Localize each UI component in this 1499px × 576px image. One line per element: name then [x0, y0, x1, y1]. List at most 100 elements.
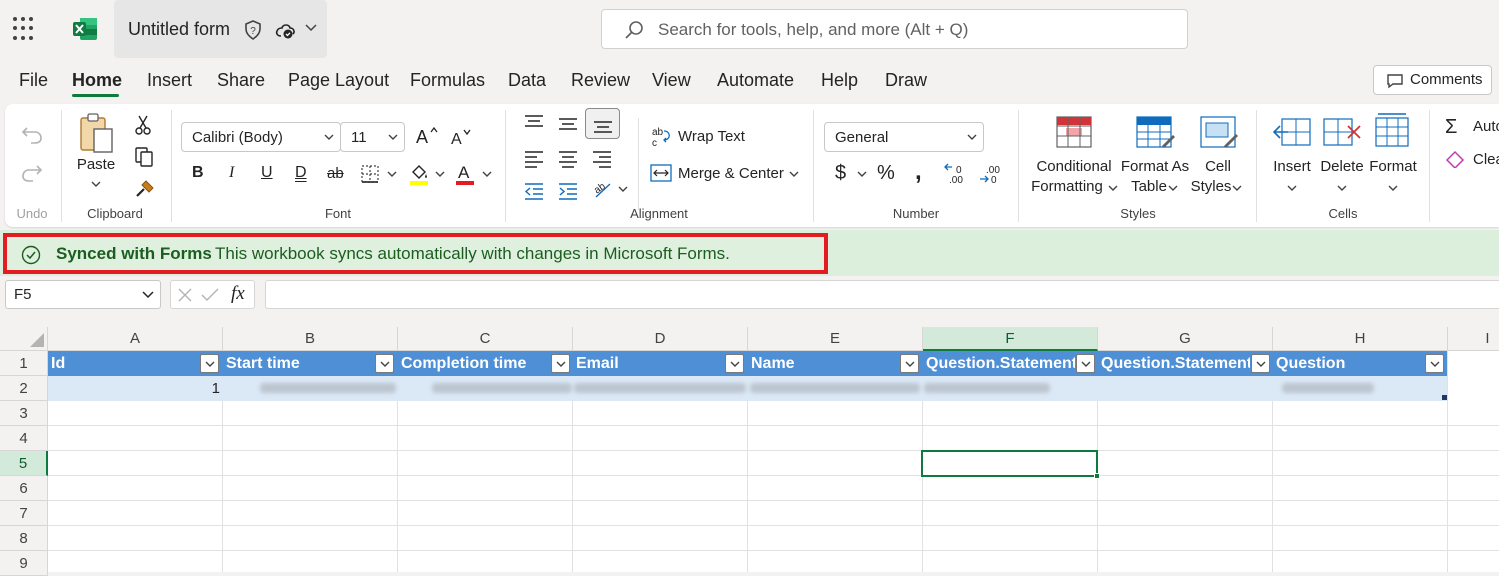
- delete-cells-icon[interactable]: [1322, 116, 1362, 148]
- align-top-icon[interactable]: [524, 114, 544, 132]
- chevron-down-icon[interactable]: [857, 171, 867, 178]
- format-painter-icon[interactable]: [134, 178, 156, 200]
- chevron-down-icon[interactable]: [91, 180, 101, 188]
- table-header-id[interactable]: Id: [51, 352, 196, 376]
- fill-color-icon[interactable]: [407, 162, 431, 186]
- tab-share[interactable]: Share: [217, 70, 265, 91]
- chevron-down-icon[interactable]: [435, 171, 445, 178]
- column-header-g[interactable]: G: [1098, 327, 1273, 351]
- number-format-combo[interactable]: General: [824, 122, 984, 152]
- row-header-4[interactable]: 4: [0, 426, 48, 451]
- table-header-question-statement-2[interactable]: Question.Statement: [1101, 352, 1250, 376]
- row-header-8[interactable]: 8: [0, 526, 48, 551]
- percent-button[interactable]: %: [877, 162, 895, 185]
- column-header-a[interactable]: A: [48, 327, 223, 351]
- column-header-b[interactable]: B: [223, 327, 398, 351]
- wrap-text-button[interactable]: Wrap Text: [678, 128, 745, 145]
- wrap-text-icon[interactable]: ab c: [652, 125, 672, 147]
- increase-font-size-icon[interactable]: A: [415, 126, 439, 146]
- column-header-h[interactable]: H: [1273, 327, 1448, 351]
- chevron-down-icon[interactable]: [1287, 185, 1297, 192]
- cut-icon[interactable]: [134, 114, 152, 136]
- insert-function-icon[interactable]: fx: [231, 283, 245, 305]
- tab-automate[interactable]: Automate: [717, 70, 794, 91]
- paste-button[interactable]: Paste: [77, 156, 115, 173]
- row-header-5[interactable]: 5: [0, 451, 48, 476]
- format-as-table-icon[interactable]: [1136, 116, 1176, 150]
- table-row[interactable]: [48, 376, 1447, 401]
- autosum-button[interactable]: Auto: [1473, 118, 1499, 135]
- font-color-icon[interactable]: A: [454, 162, 476, 186]
- tab-view[interactable]: View: [652, 70, 691, 91]
- underline-button[interactable]: U: [261, 164, 273, 182]
- merge-center-icon[interactable]: [650, 164, 672, 182]
- row-header-1[interactable]: 1: [0, 351, 48, 376]
- column-header-i[interactable]: I: [1448, 327, 1499, 351]
- clear-button[interactable]: Clea: [1473, 151, 1499, 168]
- decrease-indent-icon[interactable]: [524, 182, 544, 200]
- decrease-decimal-icon[interactable]: .00 0: [978, 162, 1004, 186]
- tab-data[interactable]: Data: [508, 70, 546, 91]
- row-header-3[interactable]: 3: [0, 401, 48, 426]
- table-header-question-statement-1[interactable]: Question.Statement: [926, 352, 1075, 376]
- align-bottom-button[interactable]: [585, 108, 620, 139]
- format-cells-icon[interactable]: [1374, 112, 1412, 148]
- font-size-combo[interactable]: 11: [340, 122, 405, 152]
- active-cell-f5[interactable]: [921, 450, 1098, 477]
- column-header-c[interactable]: C: [398, 327, 573, 351]
- name-box[interactable]: F5: [5, 280, 161, 309]
- app-launcher-icon[interactable]: [13, 17, 37, 41]
- filter-dropdown-button[interactable]: [1251, 354, 1270, 373]
- table-header-email[interactable]: Email: [576, 352, 721, 376]
- clear-eraser-icon[interactable]: [1445, 150, 1465, 168]
- column-header-f[interactable]: F: [923, 327, 1098, 351]
- decrease-font-size-icon[interactable]: A: [450, 128, 472, 146]
- document-title[interactable]: Untitled form: [128, 19, 230, 40]
- tab-help[interactable]: Help: [821, 70, 858, 91]
- currency-button[interactable]: $: [835, 162, 846, 185]
- cell-styles-icon[interactable]: [1200, 116, 1240, 150]
- filter-dropdown-button[interactable]: [551, 354, 570, 373]
- filter-dropdown-button[interactable]: [200, 354, 219, 373]
- merge-center-button[interactable]: Merge & Center: [678, 165, 784, 182]
- conditional-formatting-label-2[interactable]: Formatting: [1031, 178, 1103, 195]
- conditional-formatting-icon[interactable]: [1056, 116, 1092, 148]
- tab-file[interactable]: File: [19, 70, 48, 91]
- tab-page-layout[interactable]: Page Layout: [288, 70, 389, 91]
- filter-dropdown-button[interactable]: [1076, 354, 1095, 373]
- tab-formulas[interactable]: Formulas: [410, 70, 485, 91]
- tab-review[interactable]: Review: [571, 70, 630, 91]
- align-middle-icon[interactable]: [558, 117, 578, 135]
- chevron-down-icon[interactable]: [305, 24, 317, 32]
- increase-indent-icon[interactable]: [558, 182, 578, 200]
- chevron-down-icon[interactable]: [789, 171, 799, 178]
- cell-a2[interactable]: 1: [48, 380, 220, 397]
- filter-dropdown-button[interactable]: [1425, 354, 1444, 373]
- enter-check-icon[interactable]: [201, 287, 219, 303]
- comma-style-button[interactable]: ,: [915, 158, 922, 186]
- align-left-icon[interactable]: [524, 150, 544, 168]
- cell-styles-label-2[interactable]: Styles: [1191, 178, 1232, 195]
- table-resize-handle[interactable]: [1442, 395, 1447, 400]
- paste-icon[interactable]: [78, 112, 116, 154]
- select-all-corner[interactable]: [0, 327, 48, 351]
- italic-button[interactable]: I: [229, 164, 234, 182]
- increase-decimal-icon[interactable]: .00 0: [943, 162, 969, 186]
- table-header-completion-time[interactable]: Completion time: [401, 352, 549, 376]
- filter-dropdown-button[interactable]: [900, 354, 919, 373]
- format-as-table-label-2[interactable]: Table: [1131, 178, 1167, 195]
- insert-cells-icon[interactable]: [1272, 116, 1312, 148]
- align-center-icon[interactable]: [558, 150, 578, 168]
- row-header-7[interactable]: 7: [0, 501, 48, 526]
- search-box[interactable]: Search for tools, help, and more (Alt + …: [601, 9, 1188, 49]
- autosum-icon[interactable]: Σ: [1445, 116, 1457, 139]
- double-underline-button[interactable]: D: [295, 164, 307, 182]
- conditional-formatting-label-1[interactable]: Conditional: [1036, 158, 1111, 175]
- align-right-icon[interactable]: [592, 150, 612, 168]
- tab-insert[interactable]: Insert: [147, 70, 192, 91]
- redo-icon[interactable]: [21, 162, 43, 184]
- fill-handle[interactable]: [1094, 473, 1100, 479]
- orientation-icon[interactable]: ab: [592, 178, 614, 200]
- delete-cells-button[interactable]: Delete: [1320, 158, 1363, 175]
- cloud-saved-icon[interactable]: [275, 21, 297, 39]
